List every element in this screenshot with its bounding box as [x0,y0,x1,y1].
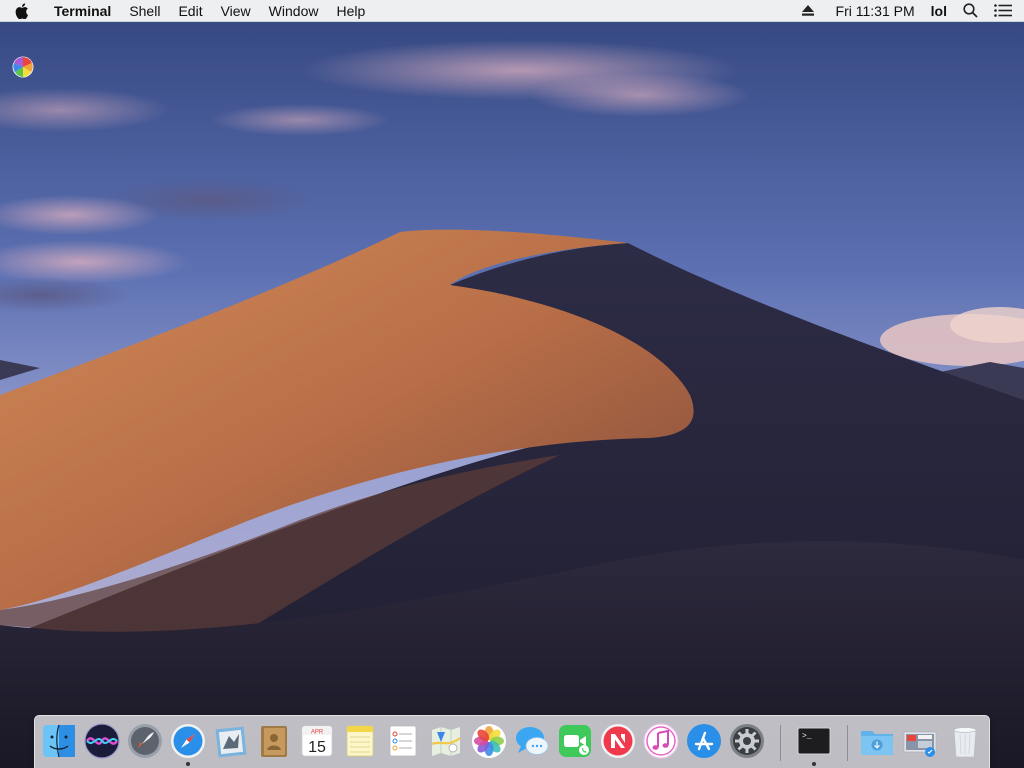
spotlight-status-item[interactable] [955,0,986,22]
dock-item-screenshots-stack[interactable] [900,721,940,761]
menu-bar-left: Terminal Shell Edit View Window Help [0,0,374,22]
terminal-prompt: >_ [802,732,812,741]
notification-center-status-item[interactable] [986,0,1024,22]
notes-icon [346,725,374,757]
apple-logo-icon [15,2,28,19]
dock-item-launchpad[interactable] [125,721,165,761]
dock-item-mail[interactable] [211,721,251,761]
dock-item-maps[interactable] [426,721,466,761]
menu-app-terminal[interactable]: Terminal [44,0,120,22]
photos-icon [472,724,506,758]
dock-item-news[interactable] [598,721,638,761]
eject-status-item[interactable] [794,0,822,22]
menu-edit[interactable]: Edit [169,0,211,22]
apple-menu[interactable] [0,0,44,22]
siri-icon [84,723,120,759]
search-icon [963,3,978,18]
desktop-wallpaper [0,0,1024,768]
dock-item-downloads[interactable] [857,721,897,761]
dock: APR 15 >_ [34,715,990,768]
dock-item-facetime[interactable] [555,721,595,761]
maps-icon [431,727,461,756]
contacts-icon [261,726,287,757]
clock[interactable]: Fri 11:31 PM [822,0,923,22]
menu-shell[interactable]: Shell [120,0,169,22]
launchpad-icon [128,724,162,758]
screenshots-stack-icon [903,731,937,757]
dock-item-reminders[interactable] [383,721,423,761]
dock-separator [780,725,781,761]
messages-icon [516,727,549,755]
dock-item-app-store[interactable] [684,721,724,761]
dock-item-notes[interactable] [340,721,380,761]
dock-item-finder[interactable] [39,721,79,761]
system-preferences-icon [730,724,764,758]
news-icon [601,724,635,758]
safari-icon [171,724,205,758]
facetime-icon [559,725,591,757]
calendar-month: APR [311,730,324,736]
dock-item-photos[interactable] [469,721,509,761]
running-indicator [186,762,190,766]
user-menu[interactable]: lol [923,0,955,22]
menu-bar: Terminal Shell Edit View Window Help Fri… [0,0,1024,22]
dock-item-contacts[interactable] [254,721,294,761]
menu-bar-right: Fri 11:31 PM lol [794,0,1024,22]
dock-item-safari[interactable] [168,721,208,766]
menu-view[interactable]: View [212,0,260,22]
dock-item-messages[interactable] [512,721,552,761]
finder-icon [43,724,75,758]
menu-window[interactable]: Window [260,0,328,22]
spinning-wheel-cursor-icon [12,56,34,78]
dock-item-terminal[interactable]: >_ [794,721,834,766]
eject-icon [801,5,814,16]
itunes-icon [643,723,679,759]
dock-item-siri[interactable] [82,721,122,761]
trash-icon [953,727,977,758]
running-indicator [812,762,816,766]
app-store-icon [687,724,721,758]
dock-item-trash[interactable] [945,721,985,761]
calendar-day: 15 [308,739,326,756]
terminal-icon: >_ [797,727,831,755]
dock-separator [847,725,848,761]
dock-item-system-preferences[interactable] [727,721,767,761]
dock-item-calendar[interactable]: APR 15 [297,721,337,761]
downloads-folder-icon [861,731,893,755]
mail-icon [215,726,247,758]
reminders-icon [389,725,417,757]
list-icon [994,4,1012,17]
menu-help[interactable]: Help [327,0,374,22]
dock-item-itunes[interactable] [641,721,681,761]
calendar-icon: APR 15 [301,725,333,757]
